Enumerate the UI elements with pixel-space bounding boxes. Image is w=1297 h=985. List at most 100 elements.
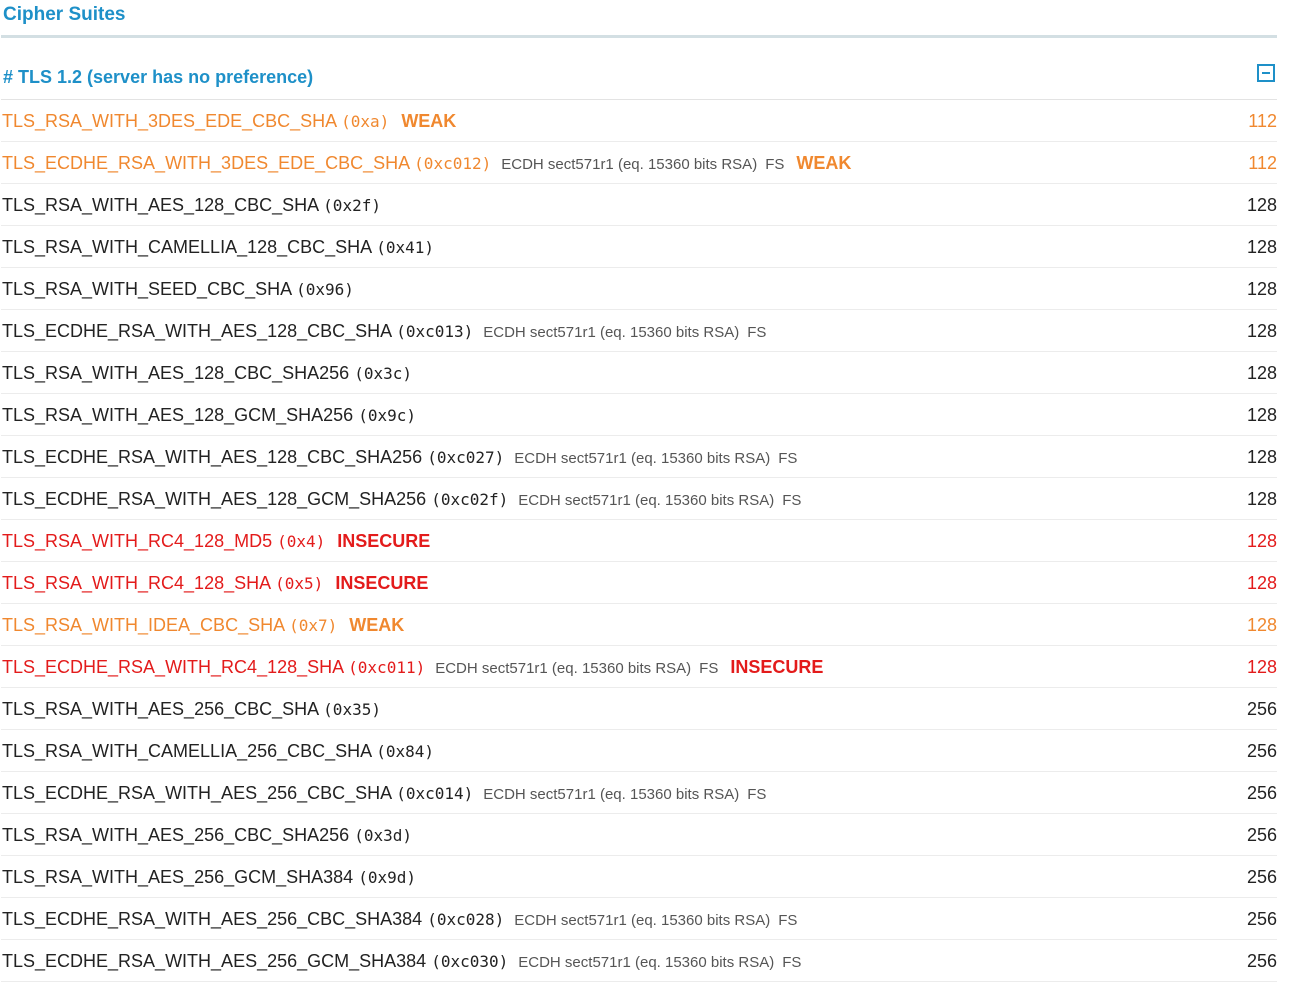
table-row: TLS_RSA_WITH_AES_256_CBC_SHA256 (0x3d) 25…	[1, 814, 1277, 856]
cipher-suite-name: TLS_ECDHE_RSA_WITH_RC4_128_SHA	[2, 657, 344, 677]
table-row: TLS_ECDHE_RSA_WITH_3DES_EDE_CBC_SHA (0xc…	[1, 142, 1277, 184]
cipher-suite-cell: TLS_RSA_WITH_CAMELLIA_256_CBC_SHA (0x84)	[2, 730, 434, 773]
key-exchange-info: ECDH sect571r1 (eq. 15360 bits RSA)	[514, 912, 771, 929]
cipher-suite-name: TLS_ECDHE_RSA_WITH_AES_128_CBC_SHA	[2, 321, 392, 341]
cipher-suite-name: TLS_RSA_WITH_RC4_128_SHA	[2, 573, 271, 593]
cipher-suite-name: TLS_RSA_WITH_AES_256_CBC_SHA	[2, 699, 319, 719]
cipher-suite-cell: TLS_RSA_WITH_AES_256_GCM_SHA384 (0x9d)	[2, 856, 416, 899]
cipher-suite-name: TLS_RSA_WITH_AES_128_CBC_SHA	[2, 195, 319, 215]
cipher-suite-cell: TLS_RSA_WITH_RC4_128_MD5 (0x4) INSECURE	[2, 520, 430, 563]
cipher-suite-code: (0xc014)	[396, 784, 474, 803]
cipher-suite-cell: TLS_ECDHE_RSA_WITH_AES_256_GCM_SHA384 (0…	[2, 940, 801, 984]
key-bits-value: 128	[1246, 279, 1277, 299]
table-row: TLS_ECDHE_RSA_WITH_AES_256_GCM_SHA384 (0…	[1, 940, 1277, 982]
table-row: TLS_RSA_WITH_SEED_CBC_SHA (0x96) 128	[1, 268, 1277, 310]
cipher-suite-code: (0xc013)	[396, 322, 474, 341]
cipher-suite-name: TLS_RSA_WITH_CAMELLIA_128_CBC_SHA	[2, 237, 372, 257]
key-bits-value: 256	[1246, 825, 1277, 845]
cipher-suite-cell: TLS_ECDHE_RSA_WITH_AES_128_CBC_SHA256 (0…	[2, 436, 797, 480]
cipher-suite-code: (0x5)	[275, 574, 324, 593]
key-exchange-info: ECDH sect571r1 (eq. 15360 bits RSA)	[483, 786, 740, 803]
key-bits-value: 256	[1246, 699, 1277, 719]
forward-secrecy-label: FS	[747, 786, 767, 803]
forward-secrecy-label: FS	[778, 450, 798, 467]
table-row: TLS_RSA_WITH_AES_128_GCM_SHA256 (0x9c) 12…	[1, 394, 1277, 436]
key-bits-value: 128	[1246, 363, 1277, 383]
table-row: TLS_ECDHE_RSA_WITH_AES_256_CBC_SHA (0xc0…	[1, 772, 1277, 814]
cipher-suite-code: (0xa)	[341, 112, 390, 131]
table-row: TLS_RSA_WITH_AES_128_CBC_SHA256 (0x3c) 12…	[1, 352, 1277, 394]
cipher-suite-name: TLS_RSA_WITH_SEED_CBC_SHA	[2, 279, 292, 299]
cipher-suite-name: TLS_ECDHE_RSA_WITH_AES_256_GCM_SHA384	[2, 951, 427, 971]
cipher-suite-code: (0xc030)	[431, 952, 509, 971]
table-row: TLS_RSA_WITH_AES_128_CBC_SHA (0x2f) 128	[1, 184, 1277, 226]
cipher-suite-cell: TLS_RSA_WITH_IDEA_CBC_SHA (0x7) WEAK	[2, 604, 404, 647]
table-row: TLS_ECDHE_RSA_WITH_AES_256_CBC_SHA384 (0…	[1, 898, 1277, 940]
forward-secrecy-label: FS	[699, 660, 719, 677]
cipher-suites-panel: Cipher Suites # TLS 1.2 (server has no p…	[1, 0, 1277, 982]
table-row: TLS_RSA_WITH_RC4_128_MD5 (0x4) INSECURE 12…	[1, 520, 1277, 562]
key-exchange-info: ECDH sect571r1 (eq. 15360 bits RSA)	[501, 156, 758, 173]
cipher-suite-code: (0xc027)	[427, 448, 505, 467]
strength-badge: WEAK	[349, 615, 405, 635]
cipher-suite-name: TLS_ECDHE_RSA_WITH_AES_128_CBC_SHA256	[2, 447, 423, 467]
cipher-suite-code: (0x9c)	[358, 406, 416, 425]
table-row: TLS_RSA_WITH_RC4_128_SHA (0x5) INSECURE 12…	[1, 562, 1277, 604]
strength-badge: INSECURE	[337, 531, 431, 551]
table-row: TLS_RSA_WITH_CAMELLIA_256_CBC_SHA (0x84)…	[1, 730, 1277, 772]
key-bits-value: 128	[1246, 531, 1277, 551]
forward-secrecy-label: FS	[778, 912, 798, 929]
tls12-table-header: # TLS 1.2 (server has no preference)	[1, 38, 1277, 100]
table-row: TLS_ECDHE_RSA_WITH_AES_128_CBC_SHA256 (0…	[1, 436, 1277, 478]
cipher-suite-code: (0xc028)	[427, 910, 505, 929]
table-row: TLS_RSA_WITH_AES_256_CBC_SHA (0x35) 256	[1, 688, 1277, 730]
cipher-suite-name: TLS_ECDHE_RSA_WITH_3DES_EDE_CBC_SHA	[2, 153, 410, 173]
key-bits-value: 112	[1248, 111, 1277, 131]
key-bits-value: 128	[1246, 657, 1277, 677]
cipher-suite-cell: TLS_RSA_WITH_3DES_EDE_CBC_SHA (0xa) WEAK	[2, 100, 456, 143]
strength-badge: WEAK	[401, 111, 457, 131]
cipher-suite-code: (0x2f)	[323, 196, 381, 215]
table-row: TLS_ECDHE_RSA_WITH_AES_128_GCM_SHA256 (0…	[1, 478, 1277, 520]
table-row: TLS_RSA_WITH_CAMELLIA_128_CBC_SHA (0x41)…	[1, 226, 1277, 268]
cipher-suite-name: TLS_RSA_WITH_IDEA_CBC_SHA	[2, 615, 285, 635]
cipher-suite-cell: TLS_RSA_WITH_SEED_CBC_SHA (0x96)	[2, 268, 354, 311]
cipher-suite-cell: TLS_ECDHE_RSA_WITH_AES_256_CBC_SHA (0xc0…	[2, 772, 766, 816]
key-bits-value: 128	[1246, 321, 1277, 341]
key-bits-value: 128	[1246, 195, 1277, 215]
key-bits-value: 128	[1246, 615, 1277, 635]
cipher-suite-code: (0x3d)	[354, 826, 412, 845]
cipher-suite-cell: TLS_RSA_WITH_CAMELLIA_128_CBC_SHA (0x41)	[2, 226, 434, 269]
key-bits-value: 256	[1246, 867, 1277, 887]
cipher-suite-cell: TLS_ECDHE_RSA_WITH_3DES_EDE_CBC_SHA (0xc…	[2, 142, 851, 186]
cipher-suite-name: TLS_RSA_WITH_3DES_EDE_CBC_SHA	[2, 111, 337, 131]
forward-secrecy-label: FS	[782, 954, 802, 971]
cipher-suite-code: (0x96)	[296, 280, 354, 299]
cipher-suite-name: TLS_ECDHE_RSA_WITH_AES_128_GCM_SHA256	[2, 489, 427, 509]
cipher-suite-code: (0x84)	[376, 742, 434, 761]
cipher-suite-cell: TLS_ECDHE_RSA_WITH_AES_128_CBC_SHA (0xc0…	[2, 310, 766, 354]
forward-secrecy-label: FS	[747, 324, 767, 341]
cipher-suite-name: TLS_ECDHE_RSA_WITH_AES_256_CBC_SHA384	[2, 909, 423, 929]
cipher-suite-code: (0x4)	[277, 532, 326, 551]
cipher-suite-code: (0xc012)	[414, 154, 492, 173]
key-bits-value: 128	[1246, 489, 1277, 509]
cipher-suite-code: (0x41)	[376, 238, 434, 257]
minus-square-icon[interactable]	[1257, 64, 1275, 82]
key-bits-value: 112	[1248, 153, 1277, 173]
cipher-suite-code: (0x3c)	[354, 364, 412, 383]
cipher-suite-name: TLS_RSA_WITH_CAMELLIA_256_CBC_SHA	[2, 741, 372, 761]
forward-secrecy-label: FS	[782, 492, 802, 509]
key-bits-value: 256	[1246, 909, 1277, 929]
cipher-suite-code: (0xc011)	[348, 658, 426, 677]
cipher-suite-name: TLS_RSA_WITH_AES_256_CBC_SHA256	[2, 825, 350, 845]
table-row: TLS_RSA_WITH_AES_256_GCM_SHA384 (0x9d) 25…	[1, 856, 1277, 898]
key-bits-value: 128	[1246, 573, 1277, 593]
section-title: Cipher Suites	[1, 0, 1277, 38]
cipher-suite-code: (0xc02f)	[431, 490, 509, 509]
strength-badge: INSECURE	[335, 573, 429, 593]
cipher-suite-cell: TLS_ECDHE_RSA_WITH_AES_128_GCM_SHA256 (0…	[2, 478, 801, 522]
key-exchange-info: ECDH sect571r1 (eq. 15360 bits RSA)	[483, 324, 740, 341]
cipher-suite-cell: TLS_RSA_WITH_RC4_128_SHA (0x5) INSECURE	[2, 562, 428, 605]
table-row: TLS_RSA_WITH_IDEA_CBC_SHA (0x7) WEAK 128	[1, 604, 1277, 646]
